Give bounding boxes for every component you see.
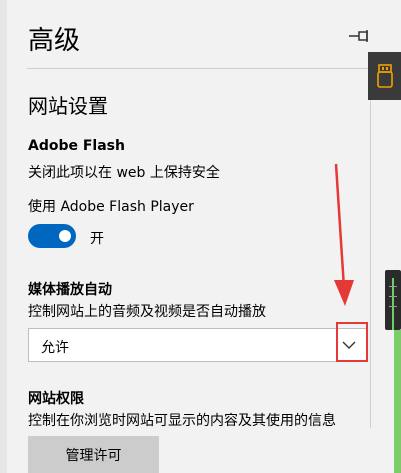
side-level-bar [394, 330, 401, 473]
title-divider [27, 68, 371, 69]
flash-description: 关闭此项以在 web 上保持安全 [28, 165, 220, 181]
settings-panel: 高级 网站设置 Adobe Flash 关闭此项以在 web 上保持安全 使用 … [0, 0, 373, 473]
flash-toggle[interactable] [28, 224, 76, 248]
flash-title: Adobe Flash [28, 138, 125, 154]
toggle-knob [59, 230, 71, 242]
flash-toggle-label: 使用 Adobe Flash Player [28, 199, 194, 215]
panel-left-edge [0, 0, 7, 473]
usb-extension-button[interactable] [368, 52, 401, 100]
media-autoplay-selected: 允许 [41, 340, 69, 356]
page-title: 高级 [28, 26, 81, 56]
pin-icon[interactable] [347, 26, 373, 46]
manage-permissions-button[interactable]: 管理许可 [28, 436, 159, 473]
media-autoplay-title: 媒体播放自动 [28, 282, 112, 298]
panel-right-divider [370, 68, 371, 428]
permissions-title: 网站权限 [28, 391, 84, 407]
permissions-description: 控制在你浏览时网站可显示的内容及其使用的信息 [28, 413, 336, 429]
media-autoplay-select[interactable]: 允许 [28, 328, 367, 362]
volume-slider[interactable] [385, 270, 401, 330]
slider-mark [389, 296, 397, 297]
dropdown-highlight-box [336, 322, 368, 362]
usb-extension-icon [377, 64, 393, 88]
flash-toggle-state: 开 [90, 231, 104, 247]
slider-mark [389, 286, 397, 287]
media-autoplay-description: 控制网站上的音频及视频是否自动播放 [28, 304, 266, 320]
slider-mark [389, 306, 397, 307]
website-settings-heading: 网站设置 [28, 94, 108, 118]
red-arrow-annotation [334, 163, 354, 306]
